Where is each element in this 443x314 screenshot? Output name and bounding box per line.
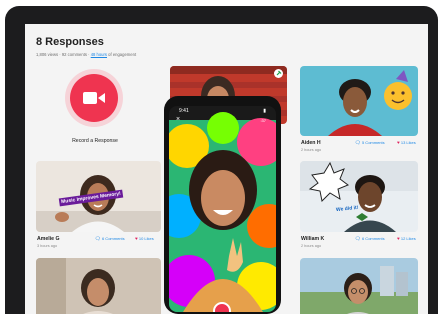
comments-count[interactable]: 🗨 5 Comments (355, 140, 385, 146)
page-title: 8 Responses (36, 36, 104, 48)
recording-preview (169, 106, 276, 312)
likes-label: 10 Likes (138, 236, 154, 241)
comment-icon: 🗨 (355, 236, 361, 241)
response-time: 3 hours ago (37, 244, 58, 248)
heart-icon: ♥ (397, 140, 400, 145)
engagement-stats: 1,806 views · 92 comments · 48 hours of … (36, 52, 136, 57)
likes-label: 13 Likes (400, 140, 416, 145)
comments-count[interactable]: 🗨 6 Comments (355, 236, 385, 242)
likes-label: 12 Likes (400, 236, 416, 241)
comments-count[interactable]: 🗨 6 Comments (95, 236, 125, 242)
stats-prefix: 1,806 views · 92 comments · (36, 52, 91, 57)
stats-suffix: of engagement (107, 52, 137, 57)
comments-label: 6 Comments (361, 236, 385, 241)
responder-name[interactable]: William K (301, 236, 324, 242)
response-time: 2 hours ago (301, 148, 322, 152)
recording-timer: :37 (260, 118, 266, 123)
comments-label: 6 Comments (101, 236, 125, 241)
response-card-bottom-left[interactable] (36, 258, 161, 314)
record-button-inner[interactable] (70, 74, 118, 122)
record-response-label: Record a Response (72, 138, 118, 144)
comment-icon: 🗨 (95, 236, 101, 241)
response-card-william[interactable] (300, 161, 418, 232)
heart-icon: ♥ (135, 236, 138, 241)
phone-recording-screen: 9:41 ▮ × :37 (169, 106, 276, 312)
pin-icon[interactable] (274, 69, 283, 78)
response-time: 2 hours ago (301, 244, 322, 248)
record-response-button[interactable] (65, 69, 123, 127)
response-video-thumbnail (300, 258, 418, 314)
phone-clock: 9:41 (179, 108, 189, 114)
response-video-thumbnail (36, 258, 161, 314)
comment-icon: 🗨 (355, 140, 361, 145)
likes-count[interactable]: ♥ 10 Likes (135, 236, 154, 241)
battery-icon: ▮ (263, 108, 266, 114)
response-card-bottom-right[interactable] (300, 258, 418, 314)
response-video-thumbnail (300, 161, 418, 232)
response-video-thumbnail (300, 66, 418, 136)
responder-name[interactable]: Aiden H (301, 140, 321, 146)
likes-count[interactable]: ♥ 12 Likes (397, 236, 416, 241)
responder-name[interactable]: Amelie G (37, 236, 60, 242)
likes-count[interactable]: ♥ 13 Likes (397, 140, 416, 145)
phone-device: 9:41 ▮ × :37 (164, 96, 281, 314)
close-icon[interactable]: × (176, 116, 180, 123)
video-camera-icon (83, 92, 105, 104)
response-card-aiden[interactable] (300, 66, 418, 136)
heart-icon: ♥ (397, 236, 400, 241)
comments-label: 5 Comments (361, 140, 385, 145)
stats-hours-link[interactable]: 48 hours (91, 52, 107, 57)
